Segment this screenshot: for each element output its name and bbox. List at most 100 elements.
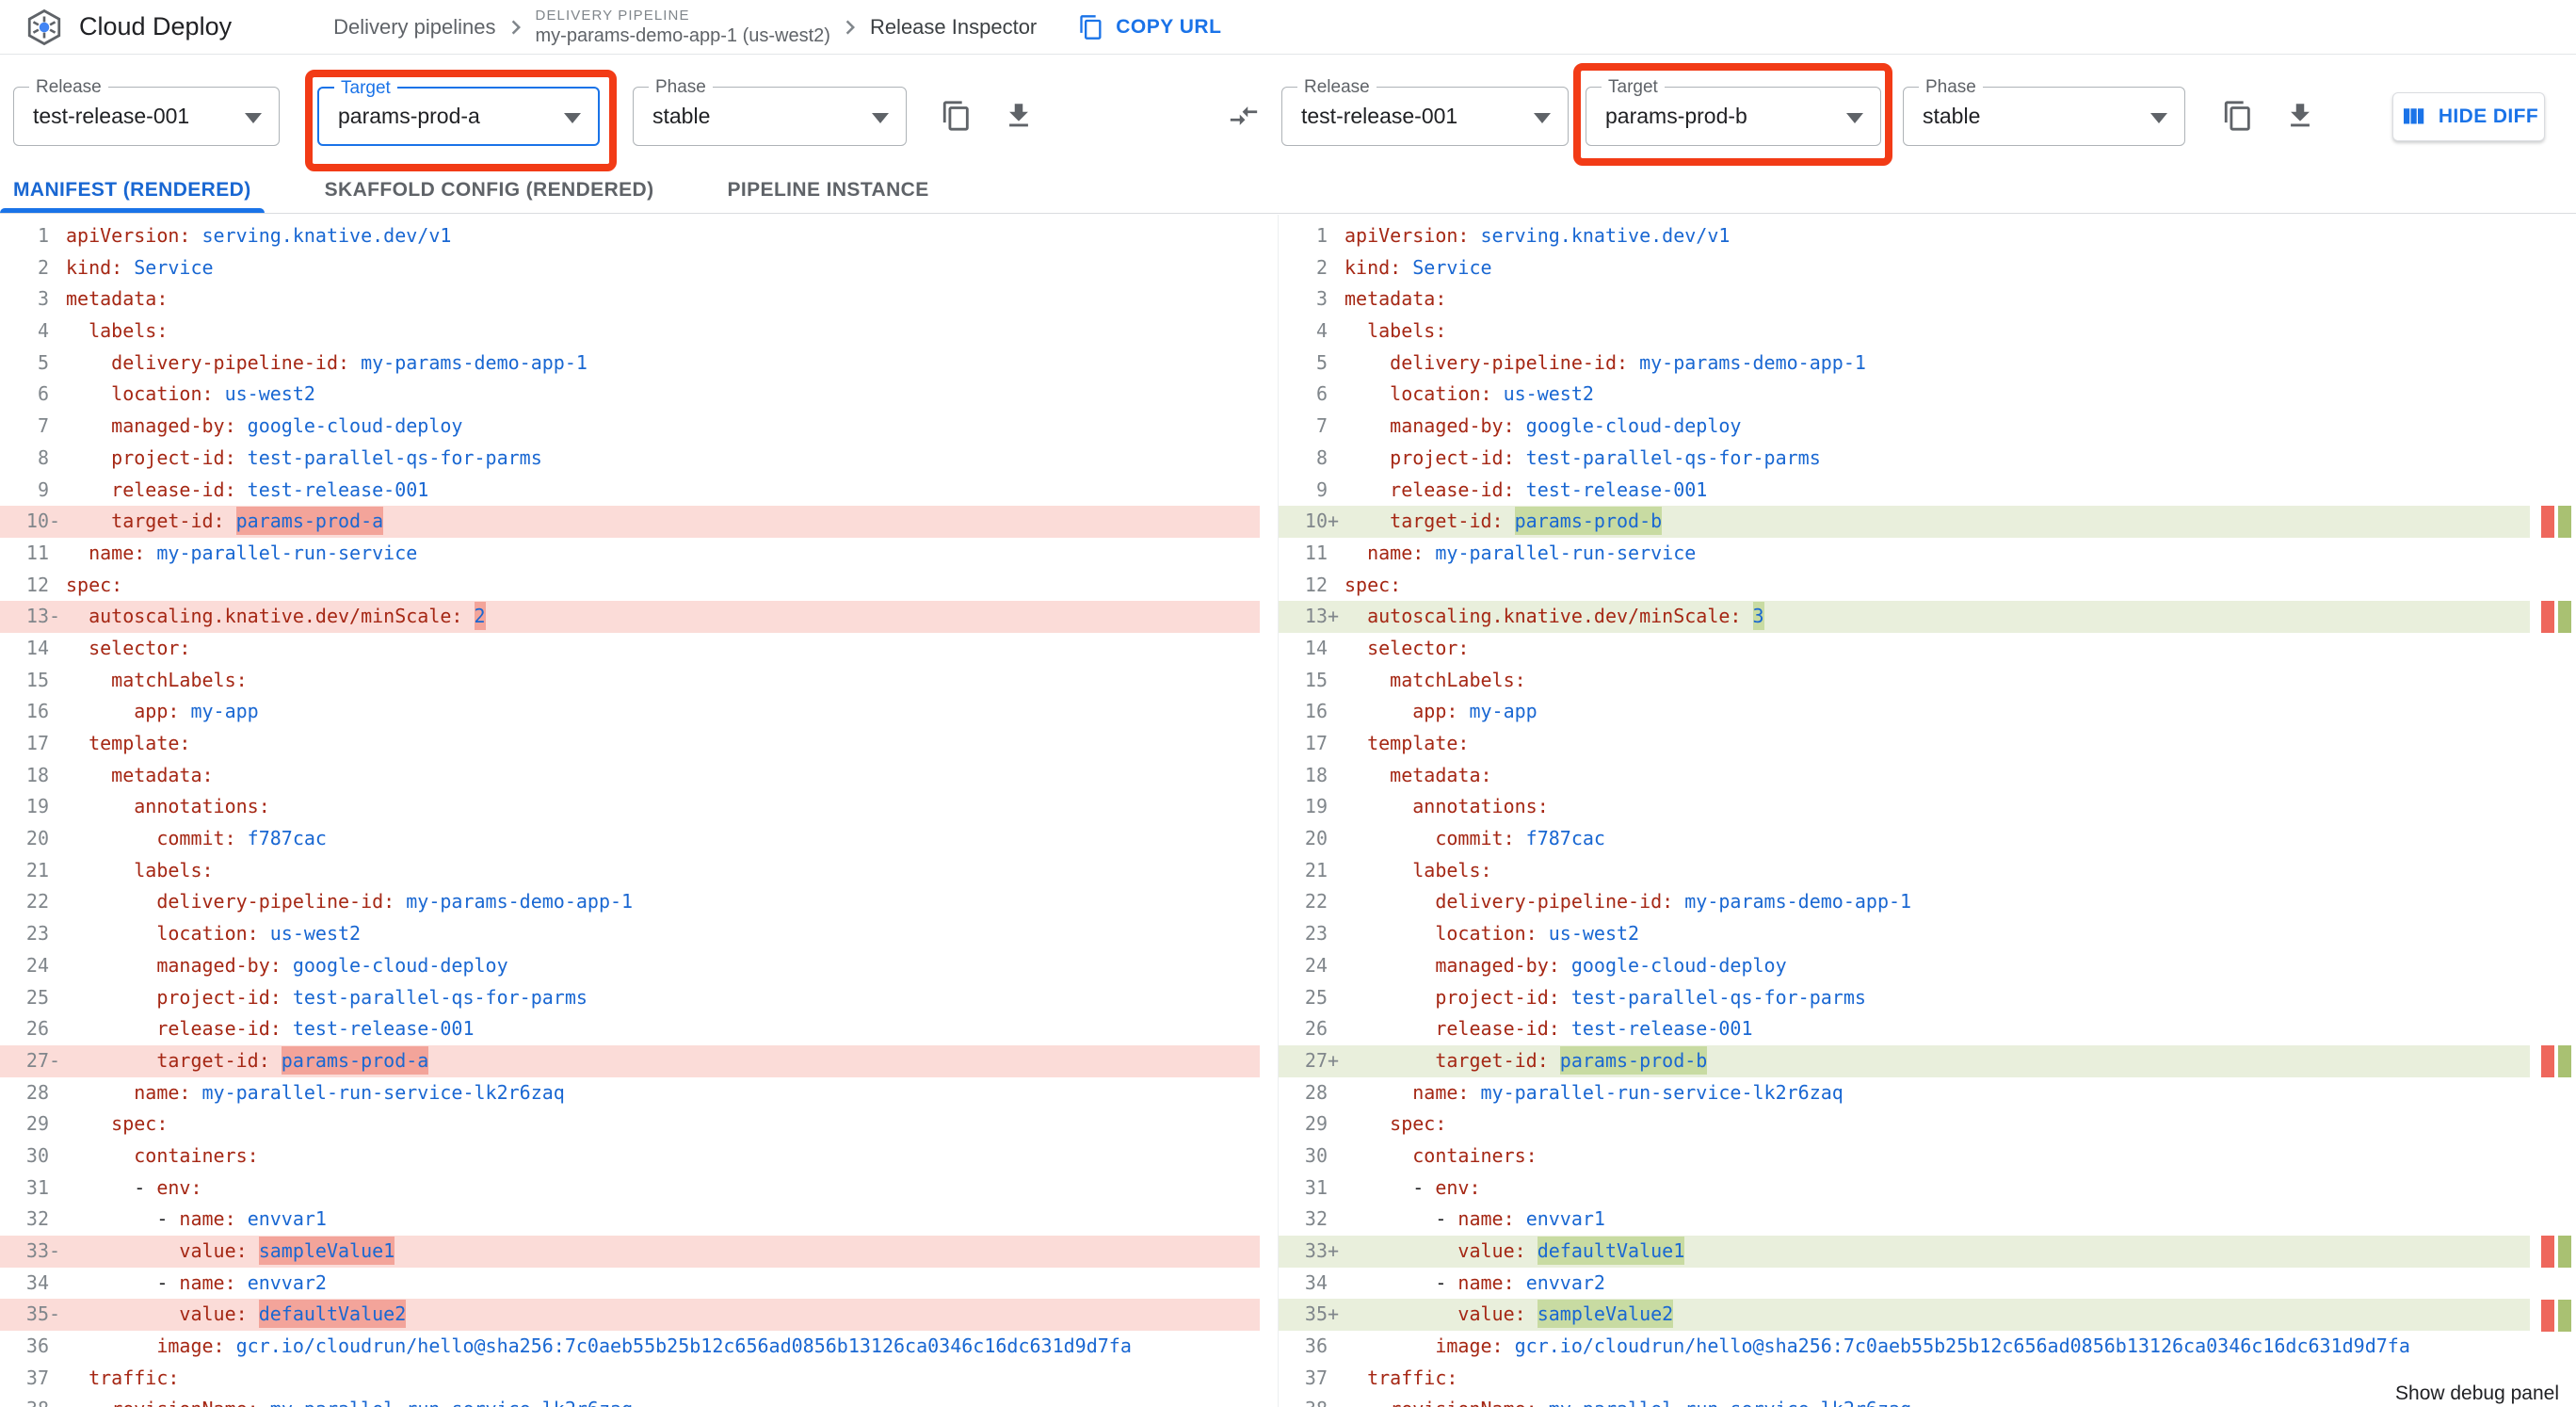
code-line: 6 location: us-west2	[37, 382, 315, 406]
code-line: 24 managed-by: google-cloud-deploy	[1304, 953, 1787, 977]
copy-manifest-right-button[interactable]	[2215, 93, 2261, 138]
phase-select-right[interactable]: Phase stable	[1903, 77, 2185, 146]
code-line: 4 labels:	[1315, 319, 1447, 343]
diff-marker	[2541, 601, 2554, 634]
dropdown-arrow-icon	[1846, 112, 1863, 123]
app-header: Cloud Deploy Delivery pipelines DELIVERY…	[0, 0, 2576, 55]
code-line: 20 commit: f787cac	[1304, 827, 1605, 850]
code-line: 26 release-id: test-release-001	[1304, 1017, 1753, 1041]
code-line: 34 - name: envvar2	[25, 1270, 327, 1294]
compare-arrows-button[interactable]	[1221, 93, 1266, 138]
phase-select-right-label: Phase	[1919, 77, 1983, 98]
code-line: 7 managed-by: google-cloud-deploy	[37, 414, 463, 438]
code-line: 31 - env:	[1304, 1175, 1481, 1199]
download-icon	[2291, 104, 2310, 127]
target-select-left-value: params-prod-a	[338, 104, 480, 128]
phase-select-left[interactable]: Phase stable	[633, 77, 907, 146]
code-line: 30 containers:	[25, 1143, 259, 1167]
tab-manifest-rendered[interactable]: MANIFEST (RENDERED)	[0, 167, 265, 213]
diff-pane-right[interactable]: 1 apiVersion: serving.knative.dev/v1 2 kind…	[1278, 215, 2530, 1407]
code-line: 10+ target-id: params-prod-b	[1279, 506, 2530, 538]
code-line: 21 labels:	[1304, 858, 1492, 881]
code-line: 16 app: my-app	[25, 700, 259, 723]
code-line: 38 - revisionName: my-parallel-run-servi…	[1279, 1394, 2530, 1407]
code-line: 9 release-id: test-release-001	[1315, 477, 1708, 501]
diff-marker	[2558, 1045, 2571, 1078]
code-line: 10- target-id: params-prod-a	[0, 506, 1260, 538]
phase-select-left-label: Phase	[649, 77, 713, 98]
copy-url-label: COPY URL	[1116, 15, 1222, 38]
code-line: 29 spec:	[1304, 1112, 1447, 1136]
show-debug-panel-link[interactable]: Show debug panel	[2388, 1381, 2567, 1407]
hide-diff-button[interactable]: HIDE DIFF	[2392, 92, 2545, 141]
code-line: 15 matchLabels:	[1304, 668, 1526, 691]
diff-marker	[2541, 506, 2554, 539]
code-line: 25 project-id: test-parallel-qs-for-parm…	[25, 985, 588, 1009]
code-line: 13+ autoscaling.knative.dev/minScale: 3	[1279, 601, 2530, 633]
breadcrumb: Delivery pipelines DELIVERY PIPELINE my-…	[333, 8, 1221, 47]
code-line: 20 commit: f787cac	[25, 827, 327, 850]
diff-overview-ruler[interactable]	[2538, 215, 2576, 1407]
code-line: 28 name: my-parallel-run-service-lk2r6za…	[25, 1080, 565, 1104]
diff-marker	[2558, 601, 2571, 634]
tab-skaffold-config-rendered[interactable]: SKAFFOLD CONFIG (RENDERED)	[312, 167, 668, 213]
copy-url-button[interactable]: COPY URL	[1078, 14, 1221, 40]
code-line: 28 name: my-parallel-run-service-lk2r6za…	[1304, 1080, 1843, 1104]
code-line: 23 location: us-west2	[25, 922, 362, 946]
code-line: 32 - name: envvar1	[1304, 1207, 1605, 1231]
download-manifest-right-button[interactable]	[2278, 93, 2323, 138]
download-manifest-left-button[interactable]	[996, 93, 1041, 138]
phase-select-right-value: stable	[1923, 104, 1981, 128]
diff-marker	[2541, 1045, 2554, 1078]
copy-icon	[942, 101, 969, 131]
diff-marker	[2558, 1299, 2571, 1332]
code-line: 35- value: defaultValue2	[0, 1299, 1260, 1332]
code-line: 8 project-id: test-parallel-qs-for-parms	[37, 445, 542, 469]
diff-toolbar: Release test-release-001 Target params-p…	[0, 56, 2576, 167]
dropdown-arrow-icon	[1534, 112, 1551, 123]
download-icon	[1009, 104, 1028, 127]
code-line: 2 kind: Service	[1315, 255, 1492, 279]
target-select-left[interactable]: Target params-prod-a	[317, 78, 600, 146]
code-line: 6 location: us-west2	[1315, 382, 1594, 406]
code-line: 36 image: gcr.io/cloudrun/hello@sha256:7…	[25, 1334, 1132, 1358]
code-line: 17 template:	[25, 732, 191, 754]
target-select-right-label: Target	[1602, 77, 1665, 98]
chevron-right-icon	[836, 13, 864, 41]
code-line: 17 template:	[1304, 732, 1470, 754]
diff-view: 1 apiVersion: serving.knative.dev/v1 2 kind…	[0, 215, 2576, 1407]
diff-pane-left[interactable]: 1 apiVersion: serving.knative.dev/v1 2 kind…	[0, 215, 1260, 1407]
release-select-left-label: Release	[29, 77, 108, 98]
code-line: 3 metadata:	[37, 287, 169, 311]
code-line: 21 labels:	[25, 858, 214, 881]
code-line: 13- autoscaling.knative.dev/minScale: 2	[0, 601, 1260, 633]
code-line: 5 delivery-pipeline-id: my-params-demo-a…	[1315, 350, 1866, 374]
code-line: 33+ value: defaultValue1	[1279, 1236, 2530, 1268]
target-select-left-label: Target	[334, 78, 397, 99]
code-line: 32 - name: envvar1	[25, 1207, 327, 1231]
code-line: 16 app: my-app	[1304, 700, 1538, 723]
code-line: 19 annotations:	[1304, 795, 1549, 818]
release-select-left[interactable]: Release test-release-001	[13, 77, 280, 146]
code-line: 37 traffic:	[25, 1366, 180, 1389]
breadcrumb-pipeline[interactable]: DELIVERY PIPELINE my-params-demo-app-1 (…	[536, 8, 830, 47]
code-line: 1 apiVersion: serving.knative.dev/v1	[37, 224, 452, 247]
copy-manifest-left-button[interactable]	[934, 93, 979, 138]
code-line: 1 apiVersion: serving.knative.dev/v1	[1315, 224, 1731, 247]
copy-icon	[1080, 14, 1102, 40]
release-select-left-value: test-release-001	[33, 104, 190, 128]
release-select-right[interactable]: Release test-release-001	[1281, 77, 1569, 146]
code-line: 22 delivery-pipeline-id: my-params-demo-…	[25, 890, 634, 914]
pipeline-overline: DELIVERY PIPELINE	[535, 7, 690, 24]
target-select-right[interactable]: Target params-prod-b	[1586, 77, 1881, 146]
tab-pipeline-instance[interactable]: PIPELINE INSTANCE	[715, 167, 942, 213]
breadcrumb-delivery-pipelines[interactable]: Delivery pipelines	[333, 15, 495, 40]
code-line: 12 spec:	[25, 573, 123, 596]
dropdown-arrow-icon	[2150, 112, 2167, 123]
code-line: 26 release-id: test-release-001	[25, 1017, 475, 1041]
release-select-right-value: test-release-001	[1301, 104, 1458, 128]
code-line: 27+ target-id: params-prod-b	[1279, 1044, 2530, 1077]
dropdown-arrow-icon	[245, 112, 262, 123]
code-line: 24 managed-by: google-cloud-deploy	[25, 953, 508, 977]
code-line: 19 annotations:	[25, 795, 270, 818]
